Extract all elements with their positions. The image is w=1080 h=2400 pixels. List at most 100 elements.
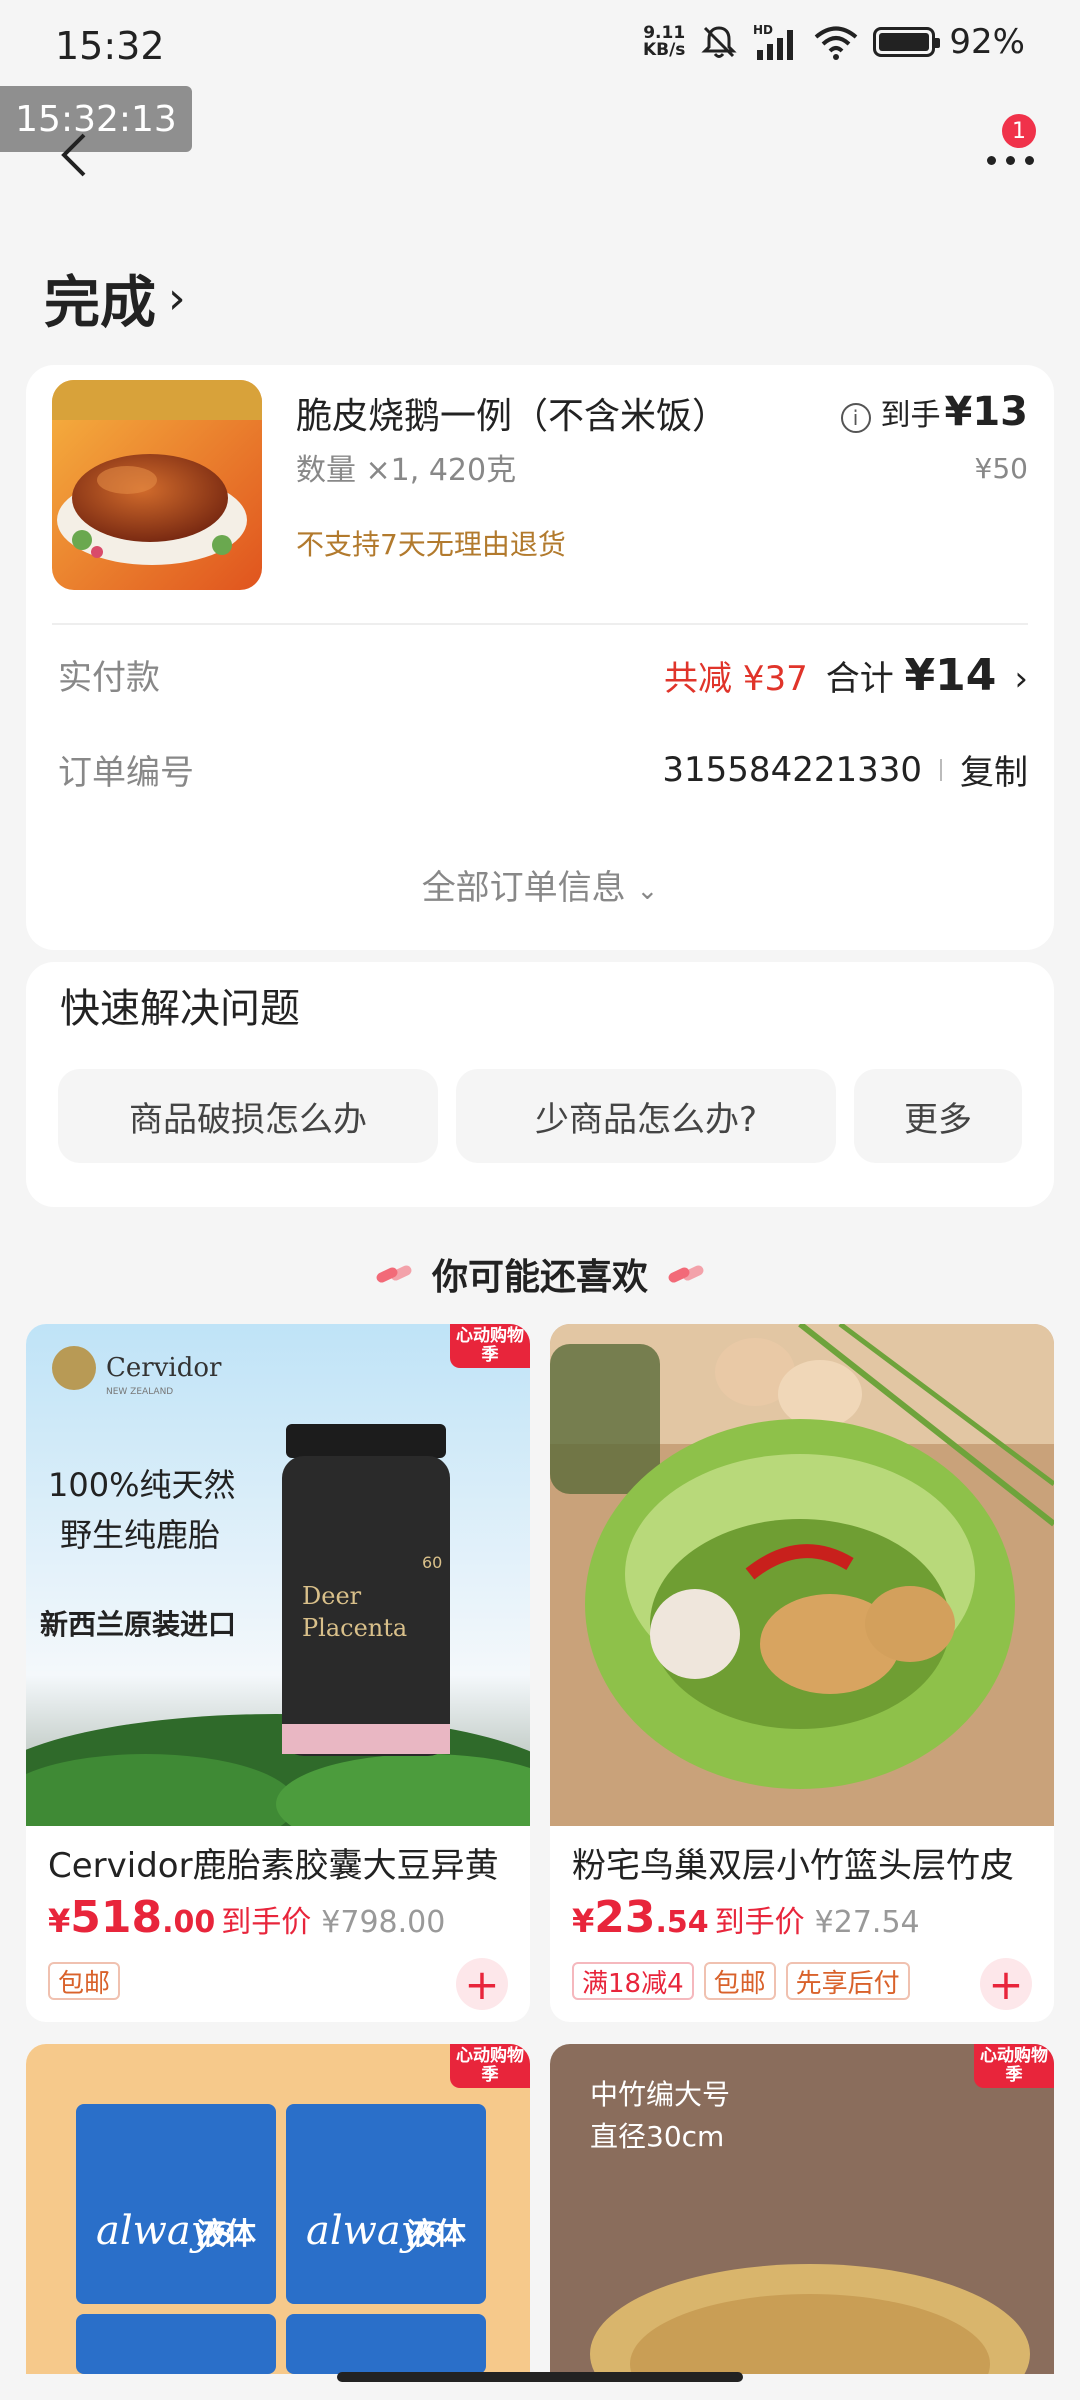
payment-discount: 共减 ¥37 (664, 659, 808, 699)
price-label: 到手价 (714, 1905, 805, 1940)
recommendations-header: 你可能还喜欢 (0, 1248, 1080, 1300)
quick-resolve-title: 快速解决问题 (60, 986, 300, 1032)
decoration-icon (374, 1263, 414, 1285)
mute-bell-icon (701, 26, 738, 58)
roast-goose-image (52, 380, 262, 590)
payment-total: 合计 ¥14 (826, 650, 997, 701)
tag-pay-later: 先享后付 (785, 1962, 910, 2000)
return-policy-notice: 不支持7天无理由退货 (296, 528, 566, 561)
quick-button-missing[interactable]: 少商品怎么办? (456, 1069, 836, 1163)
more-dot (986, 155, 996, 165)
network-type: HD (753, 23, 773, 37)
info-icon: i (840, 403, 871, 433)
price-label: 到手价 (221, 1905, 312, 1940)
order-number-value: 315584221330 (662, 749, 922, 790)
bottle-label: Deer (302, 1582, 362, 1610)
image-product-text: 液体 (196, 2217, 257, 2252)
price-integer: 518 (70, 1892, 163, 1943)
chevron-right-icon: › (1014, 659, 1028, 699)
product-name[interactable]: 脆皮烧鹅一例（不含米饭） (296, 387, 728, 439)
product-title[interactable]: Cervidor鹿胎素胶囊大豆异黄 (48, 1838, 518, 1887)
product-card[interactable]: 中竹编大号 直径30cm 心动购物季 (550, 2044, 1054, 2374)
price-decimal: .00 (162, 1905, 216, 1940)
image-product-text: 液体 (406, 2217, 467, 2252)
image-brand-sub: NEW ZEALAND (106, 1387, 173, 1397)
product-image[interactable] (550, 1324, 1054, 1826)
more-dot (1005, 155, 1015, 165)
image-text-line2: 直径30cm (590, 2120, 724, 2153)
cell-signal-icon: HD (753, 23, 794, 60)
image-text-line1: 中竹编大号 (590, 2078, 730, 2111)
battery-percent: 92% (949, 22, 1025, 62)
add-to-cart-button[interactable]: + (980, 1958, 1032, 2010)
promo-tag: 心动购物季 (450, 1324, 530, 1368)
status-time: 15:32 (55, 24, 165, 68)
product-price: ¥ 23 .54 到手价 ¥27.54 (572, 1892, 920, 1943)
decoration-icon (666, 1263, 706, 1285)
add-to-cart-button[interactable]: + (456, 1958, 508, 2010)
product-card[interactable]: always always 液体 液体 心动购物季 (26, 2044, 530, 2374)
deer-placenta-image: Cervidor NEW ZEALAND 100%纯天然 野生纯鹿胎 新西兰原装… (26, 1324, 530, 1826)
payment-label: 实付款 (58, 658, 160, 698)
brand-logo (52, 1346, 96, 1390)
order-number-row: 315584221330 复制 (662, 745, 1028, 794)
order-status-label: 完成 (44, 271, 156, 336)
quick-resolve-card: 快速解决问题 商品破损怎么办 少商品怎么办? 更多 (26, 962, 1054, 1207)
all-order-info-toggle[interactable]: 全部订单信息 ⌄ (26, 860, 1054, 909)
product-quantity: 数量 ×1, 420克 (296, 453, 517, 488)
product-tags: 满18减4 包邮 先享后付 (572, 1962, 910, 2000)
product-image[interactable]: Cervidor NEW ZEALAND 100%纯天然 野生纯鹿胎 新西兰原装… (26, 1324, 530, 1826)
product-image[interactable]: 中竹编大号 直径30cm 心动购物季 (550, 2044, 1054, 2374)
bamboo-basket-image (550, 1324, 1054, 1826)
promo-tag: 心动购物季 (450, 2044, 530, 2088)
order-number-label: 订单编号 (58, 753, 194, 793)
image-text-line3: 新西兰原装进口 (40, 1608, 236, 1641)
copy-button[interactable]: 复制 (960, 745, 1028, 794)
price-decimal: .54 (655, 1905, 709, 1940)
bamboo-tray-image: 中竹编大号 直径30cm (550, 2044, 1054, 2374)
more-dot (1024, 155, 1034, 165)
divider (940, 758, 942, 781)
original-price: ¥50 (974, 452, 1028, 485)
divider (52, 623, 1028, 625)
bottle-count: 60 (422, 1553, 442, 1572)
payment-total-value: ¥14 (904, 650, 997, 701)
tag-free-shipping: 包邮 (703, 1962, 776, 2000)
product-image[interactable]: always always 液体 液体 心动购物季 (26, 2044, 530, 2374)
product-image[interactable] (52, 380, 262, 590)
net-speed: 9.11 KB/s (643, 25, 685, 59)
image-text-line2: 野生纯鹿胎 (60, 1516, 220, 1554)
back-icon[interactable] (50, 125, 100, 185)
wifi-icon (815, 26, 858, 60)
payment-summary[interactable]: 共减 ¥37 合计 ¥14 › (664, 650, 1028, 701)
notification-badge: 1 (1002, 114, 1036, 148)
final-price[interactable]: i 到手 ¥13 (840, 389, 1029, 435)
recommendations-title: 你可能还喜欢 (431, 1257, 648, 1298)
product-card[interactable]: 粉宅鸟巢双层小竹篮头层竹皮 ¥ 23 .54 到手价 ¥27.54 满18减4 … (550, 1324, 1054, 2022)
currency-symbol: ¥ (572, 1902, 595, 1940)
order-status[interactable]: 完成 › (44, 258, 186, 339)
product-card[interactable]: Cervidor NEW ZEALAND 100%纯天然 野生纯鹿胎 新西兰原装… (26, 1324, 530, 2022)
promo-tag: 心动购物季 (974, 2044, 1054, 2088)
original-price: ¥27.54 (814, 1905, 920, 1940)
payment-total-label: 合计 (825, 659, 894, 699)
tag-discount: 满18减4 (572, 1962, 694, 2000)
home-indicator[interactable] (337, 2372, 743, 2382)
bottle-label: Placenta (302, 1614, 407, 1642)
product-tags: 包邮 (48, 1962, 121, 2000)
final-price-value: ¥13 (944, 389, 1029, 435)
battery-icon (873, 27, 941, 57)
tag-free-shipping: 包邮 (48, 1962, 121, 2000)
quick-button-damaged[interactable]: 商品破损怎么办 (58, 1069, 438, 1163)
image-brand-text: Cervidor (106, 1353, 222, 1383)
quick-button-more[interactable]: 更多 (854, 1069, 1022, 1163)
image-text-line1: 100%纯天然 (48, 1466, 236, 1504)
status-icons: 9.11 KB/s HD 92% (643, 22, 1025, 62)
all-order-info-label: 全部订单信息 (421, 868, 626, 908)
final-price-label: 到手 (880, 398, 941, 433)
original-price: ¥798.00 (321, 1905, 446, 1940)
order-card: 脆皮烧鹅一例（不含米饭） 数量 ×1, 420克 不支持7天无理由退货 i 到手… (26, 365, 1054, 950)
price-integer: 23 (594, 1892, 656, 1943)
product-title[interactable]: 粉宅鸟巢双层小竹篮头层竹皮 (572, 1838, 1042, 1887)
sanitary-pad-image: always always 液体 液体 (26, 2044, 530, 2374)
